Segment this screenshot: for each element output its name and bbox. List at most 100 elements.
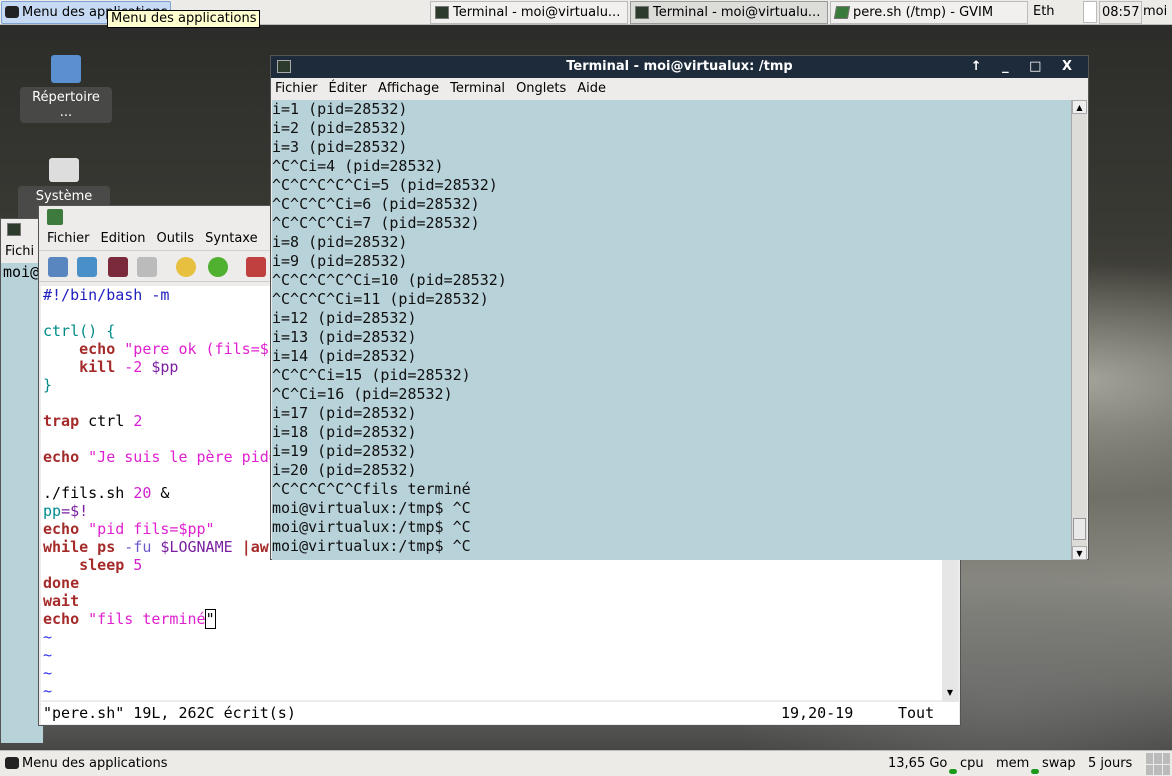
desktop-icon-home[interactable]: Répertoire ...	[20, 55, 112, 123]
code-line: ~	[43, 682, 944, 700]
terminal-line: i=12 (pid=28532)	[272, 309, 417, 327]
terminal-screen[interactable]: moi@	[1, 263, 43, 743]
menu-syntaxe[interactable]: Syntaxe	[205, 231, 258, 246]
menu-terminal[interactable]: Terminal	[450, 81, 505, 96]
window-title: Terminal - moi@virtualux: /tmp	[566, 59, 793, 74]
vim-icon	[833, 6, 851, 19]
code-token: "pere ok (fils=$p	[115, 340, 278, 358]
save-icon[interactable]	[108, 257, 128, 277]
code-token: =$!	[61, 502, 89, 520]
code-token: #!/bin/bash -m	[43, 286, 170, 304]
terminal-titlebar[interactable]: Terminal - moi@virtualux: /tmp ↑ _ □ X	[271, 56, 1088, 78]
code-token: $pp	[151, 358, 179, 376]
code-token: ./fils.sh	[43, 484, 134, 502]
code-line: ~	[43, 664, 944, 682]
code-token: ~	[43, 646, 53, 664]
code-token: }	[43, 376, 53, 394]
terminal-line: i=19 (pid=28532)	[272, 442, 417, 460]
terminal-line: ^C^C^C^Ci=11 (pid=28532)	[272, 290, 489, 308]
task-label: pere.sh (/tmp) - GVIM	[853, 5, 994, 20]
xfce-mouse-icon	[5, 6, 19, 18]
terminal-line: i=14 (pid=28532)	[272, 347, 417, 365]
network-monitor[interactable]: Eth	[1033, 1, 1055, 24]
status-message: "pere.sh" 19L, 262C écrit(s)	[43, 704, 296, 722]
redo-icon[interactable]	[208, 257, 228, 277]
menu-éditer[interactable]: Éditer	[329, 81, 368, 96]
code-token: &	[151, 484, 170, 502]
terminal-line: ^C^C^C^Ci=7 (pid=28532)	[272, 214, 480, 232]
terminal-icon	[435, 6, 449, 19]
code-line: echo "fils terminé"	[43, 609, 944, 629]
user-name[interactable]: moi	[1143, 1, 1167, 24]
tooltip: Menu des applications	[107, 10, 261, 28]
systray-box	[1083, 1, 1097, 23]
cpu-monitor: cpu	[960, 756, 984, 771]
terminal-line: ^C^Ci=16 (pid=28532)	[272, 385, 453, 403]
terminal-line: i=20 (pid=28532)	[272, 461, 417, 479]
menu-edition[interactable]: Edition	[101, 231, 146, 246]
undo-icon[interactable]	[176, 257, 196, 277]
code-token: 5	[124, 556, 143, 574]
terminal-line: moi@virtualux:/tmp$ ^C	[272, 518, 471, 536]
scroll-position: Tout	[898, 704, 935, 722]
terminal-line: ^C^C^C^C^Ci=10 (pid=28532)	[272, 271, 507, 289]
code-line: ~	[43, 646, 944, 664]
window-controls[interactable]: ↑ _ □ X	[971, 56, 1080, 78]
clock[interactable]: 08:57	[1099, 1, 1143, 24]
uptime: 5 jours	[1088, 756, 1133, 771]
task-terminal-2[interactable]: Terminal - moi@virtualu...	[630, 1, 828, 24]
disk-free: 13,65 Go	[888, 756, 948, 771]
task-terminal-1[interactable]: Terminal - moi@virtualu...	[430, 1, 628, 24]
terminal-window[interactable]: Terminal - moi@virtualux: /tmp ↑ _ □ X F…	[270, 55, 1089, 560]
terminal-icon	[635, 6, 649, 19]
task-gvim[interactable]: pere.sh (/tmp) - GVIM	[830, 1, 1028, 24]
code-token: -2	[115, 358, 152, 376]
scrollbar-thumb[interactable]	[1073, 518, 1086, 540]
terminal-menubar: Fichier Éditer Affichage Terminal Onglets Aid…	[271, 78, 1088, 100]
terminal-screen[interactable]: i=1 (pid=28532) i=2 (pid=28532) i=3 (pid=2…	[272, 100, 1071, 560]
scroll-down-icon[interactable]: ▼	[942, 688, 958, 702]
terminal-line: ^C^C^C^C^Ci=5 (pid=28532)	[272, 176, 498, 194]
home-folder-icon	[51, 55, 81, 83]
desktop-icon-label: Répertoire ...	[20, 87, 112, 123]
scroll-up-icon[interactable]: ▲	[1072, 100, 1087, 114]
cut-icon[interactable]	[246, 257, 266, 277]
terminal-line: i=8 (pid=28532)	[272, 233, 408, 251]
code-token: ~	[43, 664, 53, 682]
mem-monitor: mem	[996, 756, 1030, 771]
task-label: Terminal - moi@virtualu...	[453, 5, 621, 20]
applications-menu-button[interactable]: Menu des applications	[22, 751, 167, 776]
save-download-icon[interactable]	[77, 257, 97, 277]
code-token: "pid fils=$pp"	[79, 520, 215, 538]
terminal-line: i=9 (pid=28532)	[272, 252, 408, 270]
terminal-line: i=2 (pid=28532)	[272, 119, 408, 137]
code-token: "fils terminé	[79, 610, 206, 628]
code-token: pp	[43, 502, 62, 520]
menu-outils[interactable]: Outils	[156, 231, 194, 246]
code-token: while ps	[43, 538, 116, 556]
menu-affichage[interactable]: Affichage	[378, 81, 439, 96]
code-token: $LOGNAME	[151, 538, 242, 556]
code-line: wait	[43, 592, 944, 610]
scroll-down-icon[interactable]: ▼	[1072, 546, 1087, 560]
mem-graph	[1031, 769, 1039, 774]
terminal-icon	[277, 60, 291, 73]
terminal-line: ^C^C^C^Ci=6 (pid=28532)	[272, 195, 480, 213]
workspace-switcher[interactable]	[1146, 753, 1170, 775]
terminal-scrollbar[interactable]: ▲ ▼	[1071, 100, 1087, 560]
menu-fichier[interactable]: Fichier	[47, 231, 90, 246]
code-token: sleep	[79, 556, 125, 574]
open-icon[interactable]	[48, 257, 68, 277]
drive-icon	[49, 158, 79, 182]
print-icon[interactable]	[137, 257, 157, 277]
menu-fichier[interactable]: Fichi	[1, 241, 43, 263]
menu-onglets[interactable]: Onglets	[516, 81, 566, 96]
cursor-position: 19,20-19	[781, 704, 854, 722]
menu-fichier[interactable]: Fichier	[275, 81, 318, 96]
code-token: kill	[79, 358, 116, 376]
menu-aide[interactable]: Aide	[577, 81, 606, 96]
code-token: -fu	[115, 538, 152, 556]
